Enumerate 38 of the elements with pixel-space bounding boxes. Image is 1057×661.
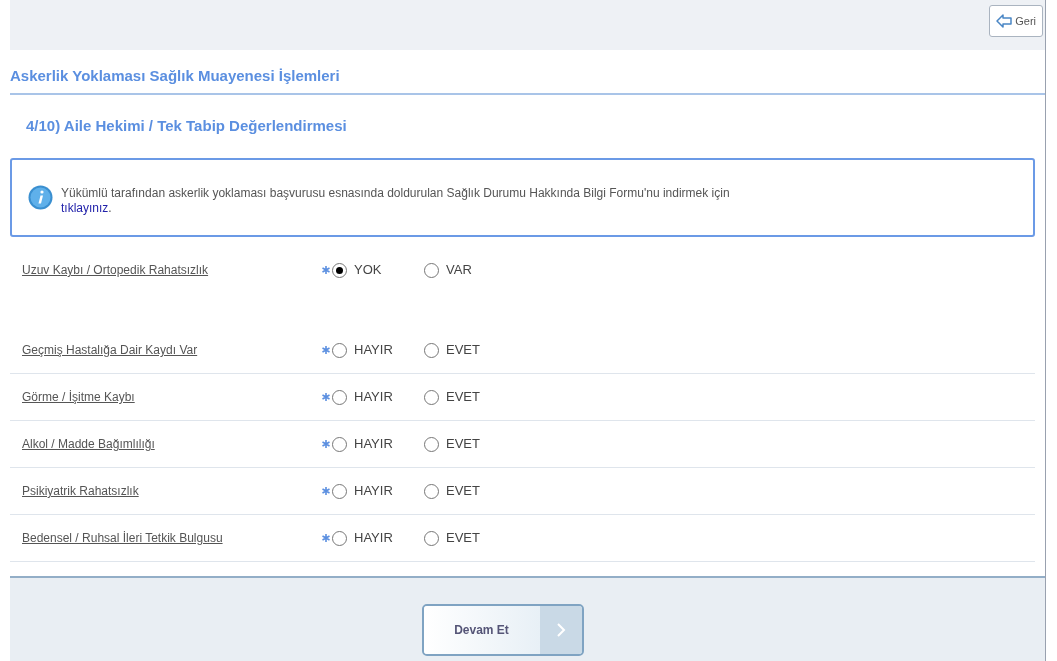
question-label: Görme / İşitme Kaybı (21, 389, 136, 406)
left-arrow-icon (996, 14, 1013, 28)
radio-button[interactable] (332, 342, 347, 358)
radio-option[interactable]: EVET (424, 387, 514, 407)
radio-option[interactable]: VAR (424, 260, 514, 280)
radio-option[interactable]: EVET (424, 481, 514, 501)
radio-option[interactable]: EVET (424, 434, 514, 454)
question-label: Geçmiş Hastalığa Dair Kaydı Var (21, 342, 199, 359)
question-label: Alkol / Madde Bağımlılığı (21, 436, 156, 453)
info-icon (28, 185, 53, 210)
page-title: Askerlik Yoklaması Sağlık Muayenesi İşlemleri (10, 65, 340, 86)
radio-button[interactable] (424, 436, 439, 452)
chevron-right-icon (555, 622, 566, 638)
radio-button[interactable] (424, 483, 439, 499)
radio-option[interactable]: EVET (424, 528, 514, 548)
radio-option[interactable]: YOK (332, 260, 424, 280)
radio-option[interactable]: HAYIR (332, 481, 424, 501)
radio-button[interactable] (332, 483, 347, 499)
question-label: Psikiyatrik Rahatsızlık (21, 483, 140, 500)
radio-button[interactable] (424, 262, 439, 278)
radio-option[interactable]: HAYIR (332, 387, 424, 407)
radio-button[interactable] (424, 342, 439, 358)
question-label: Bedensel / Ruhsal İleri Tetkik Bulgusu (21, 530, 224, 547)
radio-button[interactable] (332, 436, 347, 452)
radio-button[interactable] (424, 389, 439, 405)
radio-button[interactable] (424, 530, 439, 546)
radio-button[interactable] (332, 530, 347, 546)
radio-option[interactable]: EVET (424, 340, 514, 360)
continue-button[interactable]: Devam Et (421, 604, 584, 656)
info-text: Yükümlü tarafından askerlik yoklaması başvurusu esnasında doldurulan Sağlık Durumu Hakkında Bilgi Formu'nu indirmek için tıklayınız. (61, 185, 730, 216)
radio-option[interactable]: HAYIR (332, 340, 424, 360)
radio-option[interactable]: HAYIR (332, 434, 424, 454)
back-button[interactable]: Geri (989, 5, 1043, 37)
section-title: 4/10) Aile Hekimi / Tek Tabip Değerlendirmesi (26, 116, 347, 137)
radio-button[interactable] (332, 262, 347, 278)
radio-button[interactable] (332, 389, 347, 405)
radio-option[interactable]: HAYIR (332, 528, 424, 548)
question-label: Uzuv Kaybı / Ortopedik Rahatsızlık (21, 262, 210, 279)
